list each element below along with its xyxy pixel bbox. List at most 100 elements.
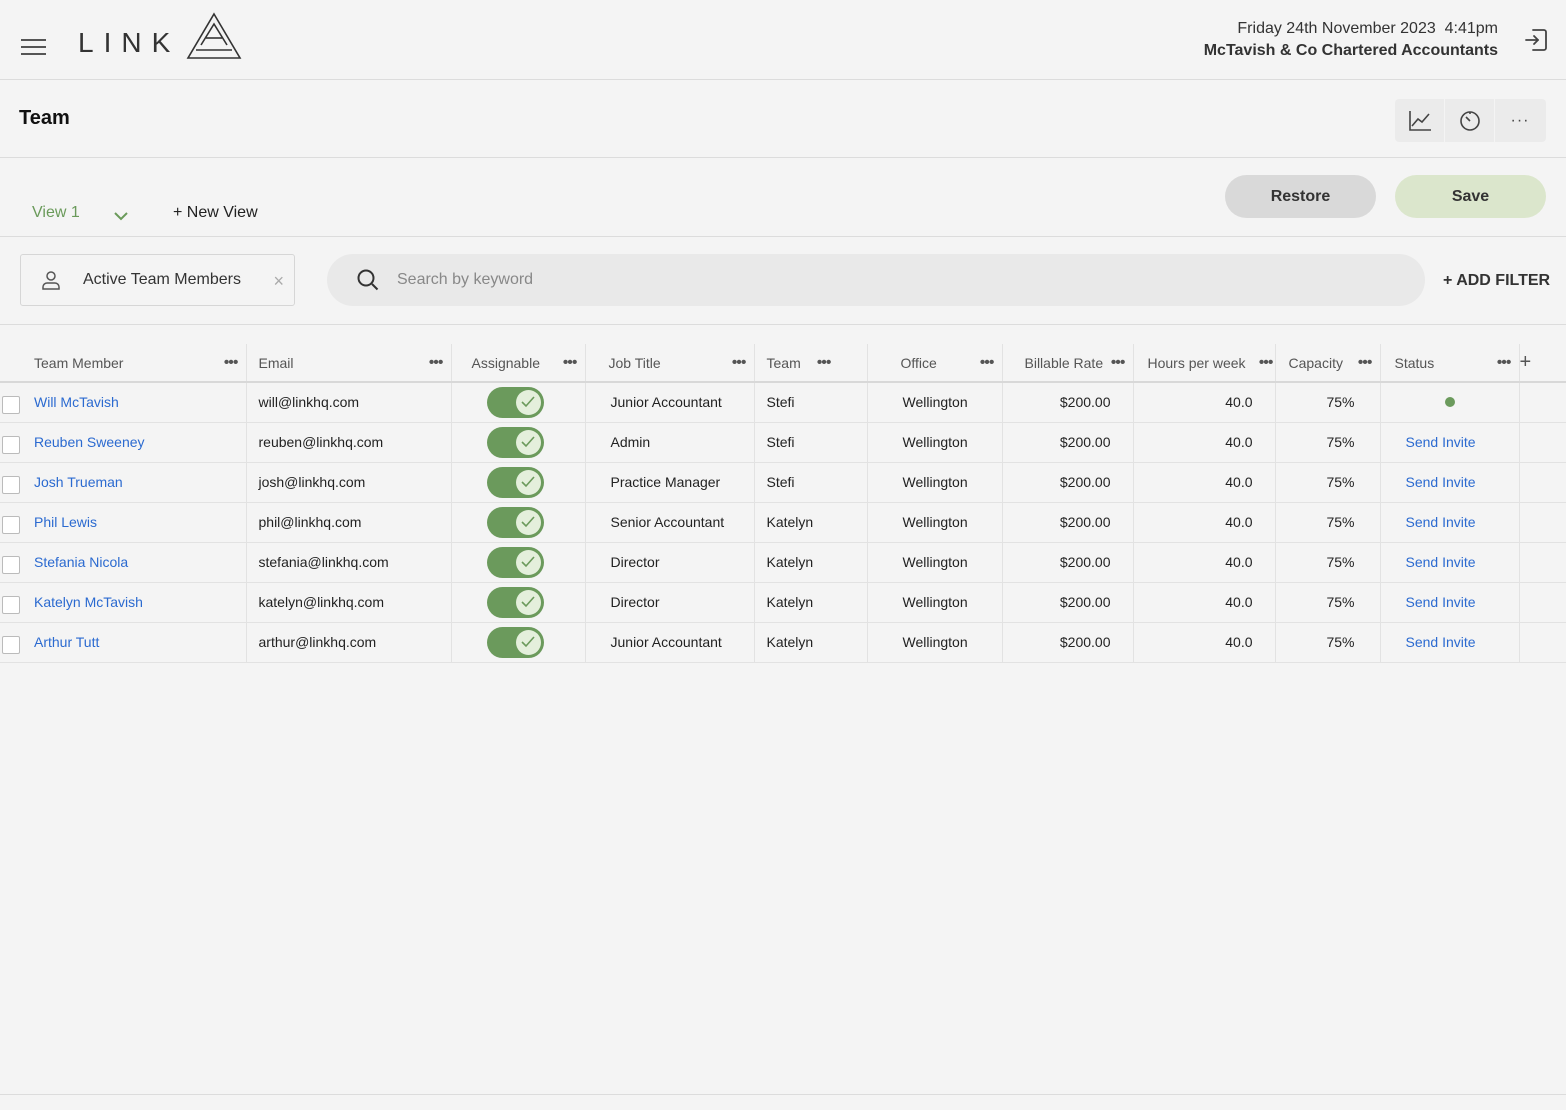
empty-cell <box>1519 622 1566 663</box>
empty-cell <box>1519 502 1566 543</box>
column-menu-icon[interactable]: ••• <box>563 354 578 372</box>
view-bar: View 1 + New View Restore Save <box>0 158 1566 237</box>
team-member-cell: Phil Lewis <box>0 502 247 543</box>
more-button[interactable]: ··· <box>1495 99 1545 142</box>
empty-cell <box>1519 462 1566 503</box>
send-invite-link[interactable]: Send Invite <box>1406 634 1476 650</box>
column-menu-icon[interactable]: ••• <box>980 354 995 372</box>
assignable-toggle[interactable] <box>486 626 544 658</box>
column-header-team[interactable]: Team ••• <box>754 344 868 383</box>
more-icon: ··· <box>1510 111 1530 129</box>
row-checkbox[interactable] <box>2 595 20 614</box>
row-checkbox[interactable] <box>2 635 20 654</box>
send-invite-link[interactable]: Send Invite <box>1406 514 1476 530</box>
column-header-status[interactable]: Status ••• <box>1380 344 1520 383</box>
email-cell: stefania@linkhq.com <box>246 542 452 583</box>
filter-chip[interactable]: Active Team Members × <box>20 254 295 306</box>
chevron-down-icon[interactable] <box>113 208 129 226</box>
table-row[interactable]: Phil Lewis phil@linkhq.com Senior Accounta… <box>0 502 1566 543</box>
row-checkbox[interactable] <box>2 555 20 574</box>
team-cell: Katelyn <box>754 582 868 623</box>
check-icon <box>515 629 541 655</box>
send-invite-link[interactable]: Send Invite <box>1406 434 1476 450</box>
column-header-job-title[interactable]: Job Title ••• <box>585 344 755 383</box>
timer-button[interactable] <box>1445 99 1495 142</box>
column-menu-icon[interactable]: ••• <box>817 354 832 372</box>
status-cell: Send Invite <box>1380 422 1520 463</box>
add-filter-button[interactable]: + ADD FILTER <box>1443 272 1550 290</box>
assignable-toggle[interactable] <box>486 586 544 618</box>
column-header-team-member[interactable]: Team Member ••• <box>0 344 247 383</box>
capacity-cell: 75% <box>1275 542 1381 583</box>
table-row[interactable]: Reuben Sweeney reuben@linkhq.com Admin Stef… <box>0 422 1566 463</box>
team-member-cell: Will McTavish <box>0 382 247 423</box>
team-member-link[interactable]: Katelyn McTavish <box>34 594 143 610</box>
team-member-link[interactable]: Stefania Nicola <box>34 554 128 570</box>
row-checkbox[interactable] <box>2 396 20 414</box>
row-checkbox[interactable] <box>2 515 20 534</box>
chart-button[interactable] <box>1395 99 1445 142</box>
column-menu-icon[interactable]: ••• <box>1111 354 1126 372</box>
billable-rate-cell: $200.00 <box>1002 422 1134 463</box>
column-menu-icon[interactable]: ••• <box>429 354 444 372</box>
send-invite-link[interactable]: Send Invite <box>1406 554 1476 570</box>
filter-bar: Active Team Members × + ADD FILTER <box>0 237 1566 325</box>
toolbar-group: ··· <box>1395 99 1546 142</box>
column-header-office[interactable]: Office ••• <box>867 344 1003 383</box>
row-checkbox[interactable] <box>2 475 20 494</box>
view-selector[interactable]: View 1 <box>32 204 80 222</box>
table-row[interactable]: Arthur Tutt arthur@linkhq.com Junior Accou… <box>0 622 1566 663</box>
check-icon <box>515 589 541 615</box>
team-member-link[interactable]: Will McTavish <box>34 394 119 410</box>
assignable-toggle[interactable] <box>486 506 544 538</box>
table-row[interactable]: Will McTavish will@linkhq.com Junior Accou… <box>0 382 1566 423</box>
column-header-hours-per-week[interactable]: Hours per week ••• <box>1133 344 1276 383</box>
current-datetime: Friday 24th November 2023 4:41pm <box>1237 20 1498 37</box>
table-row[interactable]: Katelyn McTavish katelyn@linkhq.com Direct… <box>0 582 1566 623</box>
team-member-cell: Stefania Nicola <box>0 542 247 583</box>
hamburger-icon[interactable] <box>21 39 46 56</box>
email-cell: will@linkhq.com <box>246 382 452 423</box>
column-header-email[interactable]: Email ••• <box>246 344 452 383</box>
email-cell: arthur@linkhq.com <box>246 622 452 663</box>
send-invite-link[interactable]: Send Invite <box>1406 594 1476 610</box>
table-row[interactable]: Stefania Nicola stefania@linkhq.com Direct… <box>0 542 1566 583</box>
logout-icon[interactable] <box>1523 27 1549 53</box>
new-view-button[interactable]: + New View <box>173 204 258 222</box>
team-member-cell: Josh Trueman <box>0 462 247 503</box>
add-column-button[interactable]: + <box>1519 344 1566 383</box>
restore-button[interactable]: Restore <box>1225 175 1376 218</box>
send-invite-link[interactable]: Send Invite <box>1406 474 1476 490</box>
team-member-link[interactable]: Arthur Tutt <box>34 634 99 650</box>
column-menu-icon[interactable]: ••• <box>224 354 239 372</box>
assignable-toggle[interactable] <box>486 546 544 578</box>
column-header-label: Billable Rate <box>1024 354 1104 371</box>
column-menu-icon[interactable]: ••• <box>1358 354 1373 372</box>
assignable-toggle[interactable] <box>486 466 544 498</box>
assignable-toggle[interactable] <box>486 386 544 418</box>
team-member-link[interactable]: Reuben Sweeney <box>34 434 145 450</box>
row-checkbox[interactable] <box>2 435 20 454</box>
save-button[interactable]: Save <box>1395 175 1546 218</box>
search-input[interactable] <box>397 271 1297 289</box>
table-row[interactable]: Josh Trueman josh@linkhq.com Practice Mana… <box>0 462 1566 503</box>
office-cell: Wellington <box>867 622 1003 663</box>
team-member-link[interactable]: Phil Lewis <box>34 514 97 530</box>
office-cell: Wellington <box>867 462 1003 503</box>
job-title-cell: Admin <box>585 422 755 463</box>
team-cell: Stefi <box>754 422 868 463</box>
job-title-cell: Director <box>585 542 755 583</box>
status-cell <box>1380 382 1520 423</box>
close-icon[interactable]: × <box>273 272 284 290</box>
status-cell: Send Invite <box>1380 622 1520 663</box>
column-menu-icon[interactable]: ••• <box>1259 354 1274 372</box>
team-member-link[interactable]: Josh Trueman <box>34 474 123 490</box>
team-cell: Katelyn <box>754 542 868 583</box>
column-header-capacity[interactable]: Capacity ••• <box>1275 344 1381 383</box>
column-header-assignable[interactable]: Assignable ••• <box>451 344 586 383</box>
office-cell: Wellington <box>867 382 1003 423</box>
assignable-toggle[interactable] <box>486 426 544 458</box>
column-menu-icon[interactable]: ••• <box>732 354 747 372</box>
column-header-billable-rate[interactable]: Billable Rate ••• <box>1002 344 1134 383</box>
column-menu-icon[interactable]: ••• <box>1497 354 1512 372</box>
